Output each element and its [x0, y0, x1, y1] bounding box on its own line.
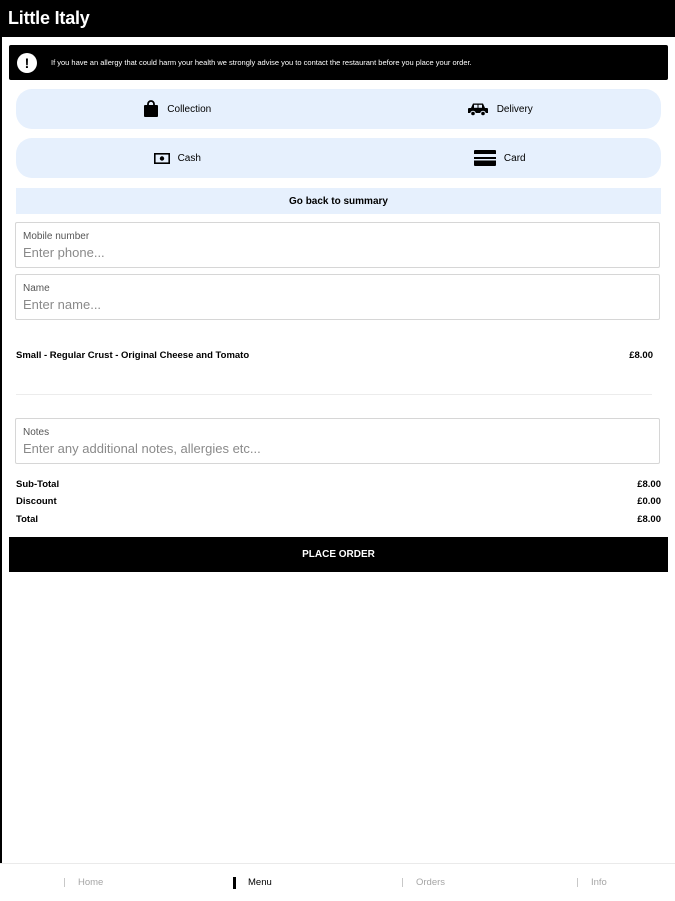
info-icon: ! — [17, 52, 37, 73]
car-icon — [467, 103, 488, 116]
notes-input[interactable] — [23, 441, 643, 456]
card-label: Card — [503, 152, 526, 164]
fulfilment-selector: Collection Delivery — [16, 89, 661, 129]
mobile-number-field[interactable]: Mobile number — [15, 222, 660, 268]
discount-label: Discount — [16, 496, 57, 507]
place-order-button[interactable]: PLACE ORDER — [9, 537, 668, 572]
app-bar: Little Italy — [0, 0, 675, 37]
order-item-name: Small - Regular Crust - Original Cheese … — [16, 350, 250, 361]
nav-tab-home[interactable]: Home — [64, 864, 103, 901]
payment-selector: Cash Card — [16, 138, 661, 178]
nav-tab-info-label: Info — [591, 877, 607, 888]
allergy-notice: ! If you have an allergy that could harm… — [9, 45, 668, 80]
nav-tab-menu-label: Menu — [248, 877, 272, 888]
credit-card-icon — [473, 150, 496, 166]
nav-tab-orders-label: Orders — [416, 877, 446, 888]
total-row: Total £8.00 — [16, 514, 661, 525]
cash-option[interactable]: Cash — [16, 138, 339, 178]
nav-tab-info[interactable]: Info — [577, 864, 607, 901]
notes-label: Notes — [23, 427, 50, 438]
nav-tab-home-label: Home — [78, 877, 104, 888]
back-to-summary-button[interactable]: Go back to summary — [16, 188, 661, 214]
collection-label: Collection — [167, 103, 212, 115]
total-label: Total — [16, 514, 38, 525]
cash-label: Cash — [177, 152, 201, 164]
mobile-number-input[interactable] — [23, 245, 643, 260]
tab-indicator — [577, 878, 578, 887]
discount-value: £0.00 — [637, 496, 661, 507]
subtotal-value: £8.00 — [637, 479, 661, 490]
name-field[interactable]: Name — [15, 274, 660, 320]
tab-indicator-active — [233, 876, 236, 889]
shopping-bag-icon — [144, 100, 159, 117]
nav-tab-menu[interactable]: Menu — [233, 864, 272, 901]
app-title: Little Italy — [8, 8, 90, 28]
name-input[interactable] — [23, 297, 643, 312]
collection-option[interactable]: Collection — [16, 89, 339, 129]
order-item-price: £8.00 — [629, 350, 653, 361]
notes-field[interactable]: Notes — [15, 418, 660, 464]
total-value: £8.00 — [637, 514, 661, 525]
delivery-label: Delivery — [496, 103, 533, 115]
mobile-number-label: Mobile number — [23, 231, 90, 242]
left-edge-border — [0, 37, 2, 863]
discount-row: Discount £0.00 — [16, 496, 661, 507]
card-option[interactable]: Card — [339, 138, 662, 178]
delivery-option[interactable]: Delivery — [339, 89, 662, 129]
nav-tab-orders[interactable]: Orders — [402, 864, 445, 901]
cash-icon — [153, 152, 170, 164]
bottom-navigation: Home Menu Orders Info — [0, 863, 675, 900]
allergy-notice-text: If you have an allergy that could harm y… — [51, 58, 472, 67]
order-item: Small - Regular Crust - Original Cheese … — [16, 350, 653, 364]
tab-indicator — [64, 878, 65, 887]
subtotal-label: Sub-Total — [16, 479, 60, 490]
tab-indicator — [402, 878, 403, 887]
order-divider — [16, 394, 652, 395]
name-label: Name — [23, 283, 50, 294]
subtotal-row: Sub-Total £8.00 — [16, 479, 661, 490]
